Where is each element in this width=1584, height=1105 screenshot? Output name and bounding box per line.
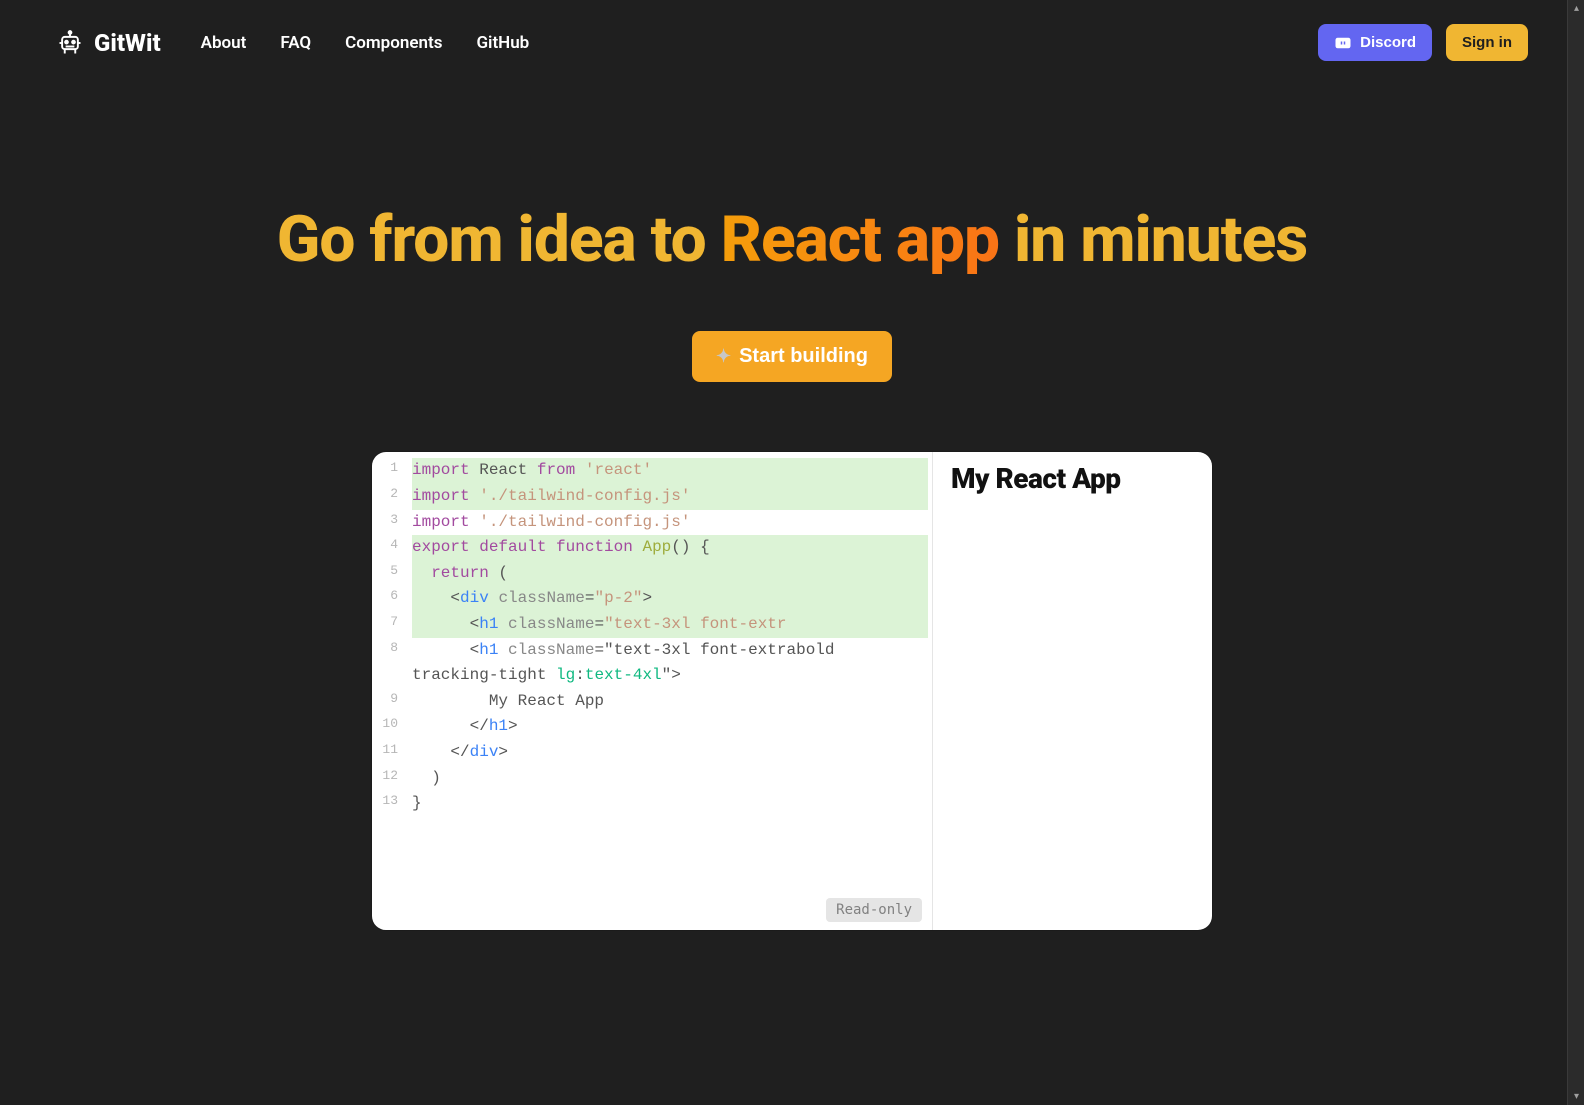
readonly-badge: Read-only — [826, 898, 922, 922]
code-line: import './tailwind-config.js' — [412, 510, 928, 536]
preview-pane: My React App — [932, 452, 1212, 930]
nav-github[interactable]: GitHub — [476, 33, 529, 53]
start-building-label: Start building — [739, 345, 868, 368]
nav-about[interactable]: About — [201, 33, 247, 53]
nav-faq[interactable]: FAQ — [280, 33, 311, 53]
browser-scrollbar[interactable]: ▴ ▾ — [1567, 0, 1584, 1105]
brand-name: GitWit — [94, 29, 161, 57]
line-num: 11 — [372, 740, 398, 766]
magic-wand-icon: ✦ — [716, 346, 731, 367]
code-line: <div className="p-2"> — [412, 586, 928, 612]
code-line: ) — [412, 766, 928, 792]
hero: Go from idea to React app in minutes ✦ S… — [0, 205, 1584, 382]
signin-label: Sign in — [1462, 34, 1512, 51]
discord-icon — [1334, 36, 1352, 50]
scroll-down-icon[interactable]: ▾ — [1568, 1088, 1584, 1105]
brand[interactable]: GitWit — [56, 29, 161, 57]
preview-title: My React App — [951, 462, 1194, 495]
code-block: import React from 'react' import './tail… — [372, 452, 932, 816]
hero-post: in minutes — [999, 202, 1307, 277]
discord-button[interactable]: Discord — [1318, 24, 1432, 61]
code-line: <h1 className="text-3xl font-extr — [412, 612, 928, 638]
main-nav: About FAQ Components GitHub — [201, 33, 530, 53]
code-line: My React App — [412, 689, 928, 715]
line-num: 13 — [372, 791, 398, 817]
line-num: 5 — [372, 561, 398, 587]
hero-title: Go from idea to React app in minutes — [0, 205, 1584, 275]
line-gutter: 1 2 3 4 5 6 7 8 9 10 11 12 13 — [372, 458, 408, 816]
code-line: <h1 className="text-3xl font-extrabold — [412, 638, 928, 664]
hero-pre: Go from idea to — [277, 202, 721, 277]
code-line: import './tailwind-config.js' — [412, 484, 928, 510]
site-header: GitWit About FAQ Components GitHub Disco… — [0, 0, 1584, 85]
signin-button[interactable]: Sign in — [1446, 24, 1528, 61]
header-actions: Discord Sign in — [1318, 24, 1528, 61]
line-num: 1 — [372, 458, 398, 484]
demo-panel: 1 2 3 4 5 6 7 8 9 10 11 12 13 import Rea… — [372, 452, 1212, 930]
line-num: 4 — [372, 535, 398, 561]
code-line: </h1> — [412, 714, 928, 740]
line-num: 6 — [372, 586, 398, 612]
discord-label: Discord — [1360, 34, 1416, 51]
line-num: 8 — [372, 638, 398, 689]
line-num: 3 — [372, 510, 398, 536]
line-num: 2 — [372, 484, 398, 510]
hero-accent: React app — [721, 202, 1000, 277]
code-line: return ( — [412, 561, 928, 587]
line-num: 7 — [372, 612, 398, 638]
scroll-up-icon[interactable]: ▴ — [1568, 0, 1584, 17]
hero-cta: ✦ Start building — [0, 331, 1584, 382]
code-line: import React from 'react' — [412, 458, 928, 484]
line-num: 10 — [372, 714, 398, 740]
code-line: } — [412, 791, 928, 817]
code-line: </div> — [412, 740, 928, 766]
line-num: 9 — [372, 689, 398, 715]
code-line: export default function App() { — [412, 535, 928, 561]
robot-logo-icon — [56, 29, 84, 57]
code-editor: 1 2 3 4 5 6 7 8 9 10 11 12 13 import Rea… — [372, 452, 932, 930]
start-building-button[interactable]: ✦ Start building — [692, 331, 892, 382]
nav-components[interactable]: Components — [345, 33, 442, 53]
code-line: tracking-tight lg:text-4xl"> — [412, 663, 928, 689]
line-num: 12 — [372, 766, 398, 792]
